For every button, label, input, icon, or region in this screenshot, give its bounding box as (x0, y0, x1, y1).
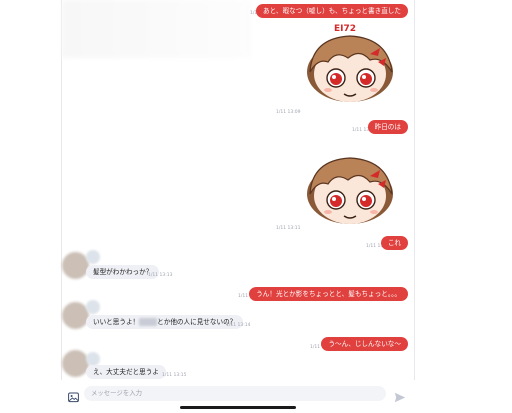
blurred-region (62, 0, 252, 58)
character-sticker-icon (307, 35, 393, 102)
sticker-badge: EI72 (334, 24, 357, 34)
message-text-start: いいと思うよ！ (93, 317, 140, 326)
timestamp: 1/11 13:13 (148, 273, 173, 278)
sticker-image[interactable] (300, 144, 406, 230)
character-sticker-icon (307, 157, 393, 224)
outgoing-message[interactable]: あと、暇なつ（嘘し）も、ちょっと書き直した (255, 4, 408, 18)
avatar-badge (86, 352, 100, 366)
home-indicator (180, 406, 296, 409)
timestamp: 1/11 13:11 (276, 226, 301, 231)
message-input[interactable]: メッセージを入力 (84, 386, 386, 401)
incoming-message[interactable]: いいと思うよ！ とか他の人に見せないの？ (86, 315, 244, 329)
avatar[interactable] (62, 302, 89, 329)
incoming-message[interactable]: え、大丈夫だと思うよ (86, 365, 166, 379)
timestamp: 1/11 13:14 (226, 323, 251, 328)
frame-right-border (414, 0, 415, 380)
outgoing-message[interactable]: これ (380, 236, 408, 250)
outgoing-message[interactable]: 昨日のは (367, 120, 408, 134)
avatar-badge (86, 250, 100, 264)
timestamp: 1/11 13:09 (276, 110, 301, 115)
sticker-image[interactable]: EI72 (300, 22, 406, 108)
outgoing-message[interactable]: う〜ん、じしんないな〜 (321, 337, 408, 351)
message-text-end: とか他の人に見せないの？ (157, 317, 237, 326)
timestamp: 1/11 13:15 (162, 373, 187, 378)
avatar[interactable] (62, 350, 89, 377)
outgoing-message[interactable]: うん！光とか影をちょっとと、髪もちょっと。。。 (249, 287, 408, 301)
image-icon[interactable] (68, 388, 79, 407)
send-icon[interactable] (394, 388, 406, 407)
avatar[interactable] (62, 252, 89, 279)
avatar-badge (86, 300, 100, 314)
redacted-text (139, 317, 158, 326)
